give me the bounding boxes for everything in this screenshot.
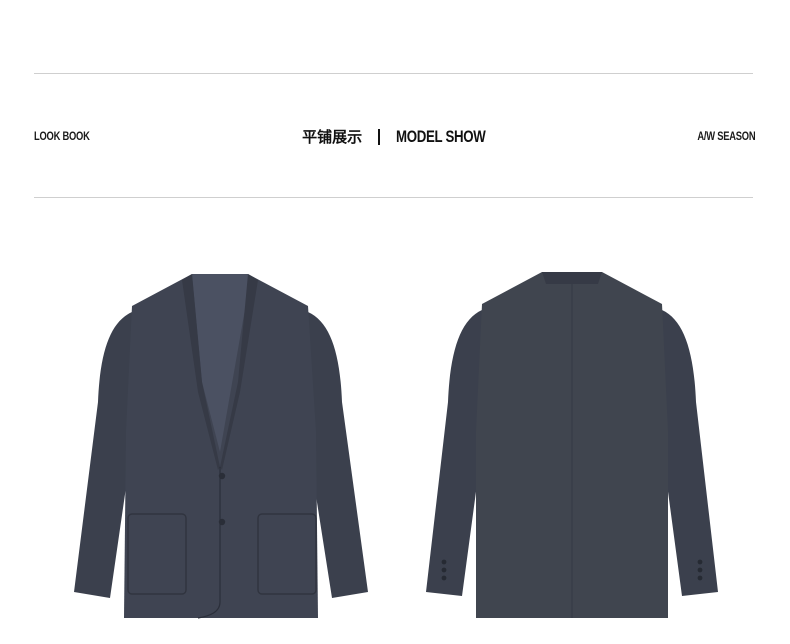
cuff-button-right-2 bbox=[697, 567, 703, 573]
title-separator bbox=[378, 128, 381, 145]
right-back-sleeve bbox=[660, 310, 718, 596]
season-label: A/W SEASON bbox=[697, 129, 755, 143]
button-2 bbox=[218, 518, 226, 526]
title-chinese: 平铺展示 bbox=[302, 128, 363, 146]
blazer-back-image bbox=[426, 272, 718, 618]
cuff-button-right-1 bbox=[697, 559, 703, 565]
section-title: 平铺展示 MODEL SHOW bbox=[34, 126, 755, 147]
cuff-button-left-2 bbox=[441, 567, 447, 573]
cuff-button-left-1 bbox=[441, 559, 447, 565]
cuff-button-right-3 bbox=[697, 575, 703, 581]
back-collar bbox=[542, 272, 602, 284]
section-header: LOOK BOOK 平铺展示 MODEL SHOW A/W SEASON bbox=[34, 124, 755, 150]
bottom-divider-rule bbox=[34, 197, 753, 198]
cuff-button-left-3 bbox=[441, 575, 447, 581]
blazer-front-image bbox=[74, 274, 368, 619]
title-english: MODEL SHOW bbox=[396, 126, 486, 146]
top-divider-rule bbox=[34, 73, 753, 74]
button-1 bbox=[218, 472, 226, 480]
left-back-sleeve bbox=[426, 310, 484, 596]
